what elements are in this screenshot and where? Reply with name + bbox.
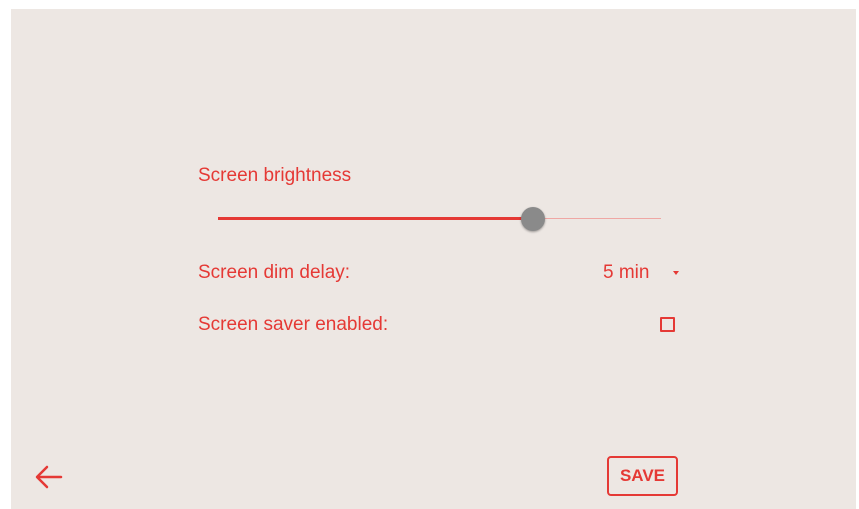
caret-down-icon [673,271,679,275]
brightness-label: Screen brightness [198,165,352,186]
dim-delay-value: 5 min [603,262,650,283]
brightness-slider[interactable] [218,207,661,231]
settings-panel: Screen brightness Screen dim delay: 5 mi… [11,9,856,509]
screen-saver-label: Screen saver enabled: [198,314,389,335]
slider-thumb[interactable] [521,207,545,231]
slider-fill [218,217,533,220]
arrow-left-icon [35,465,63,489]
screen-saver-checkbox[interactable] [660,317,675,332]
dim-delay-dropdown[interactable]: 5 min [599,260,684,286]
dim-delay-label: Screen dim delay: [198,262,351,283]
back-button[interactable] [33,459,69,495]
save-button[interactable]: SAVE [607,456,678,496]
